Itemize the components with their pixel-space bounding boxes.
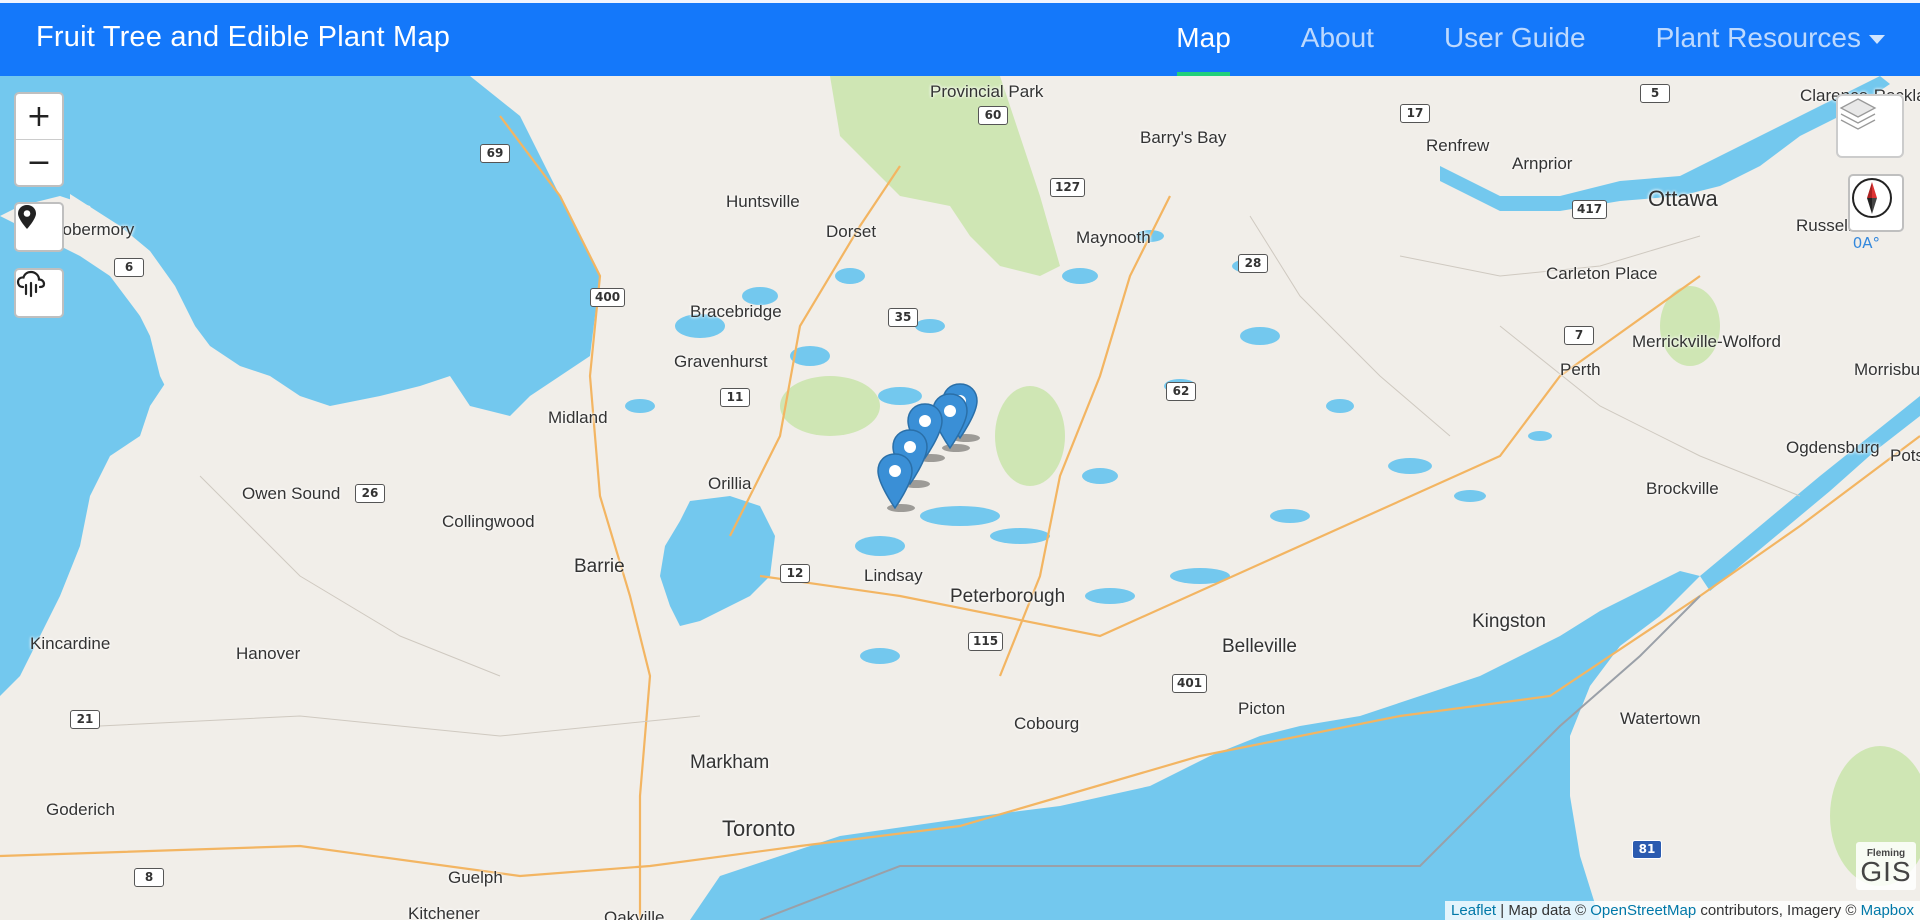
map-pin-icon bbox=[18, 205, 36, 229]
place-label: Goderich bbox=[46, 800, 115, 819]
place-label: Collingwood bbox=[442, 512, 535, 531]
place-label: Ogdensburg bbox=[1786, 438, 1880, 457]
place-label: Gravenhurst bbox=[674, 352, 768, 371]
place-label: Watertown bbox=[1620, 709, 1701, 728]
plant-location-marker[interactable] bbox=[875, 452, 915, 512]
route-shield: 35 bbox=[888, 308, 918, 327]
nav-item-about[interactable]: About bbox=[1266, 3, 1409, 76]
place-label: Morrisburg bbox=[1854, 360, 1920, 379]
place-label: Bracebridge bbox=[690, 302, 782, 321]
place-label: Lindsay bbox=[864, 566, 923, 585]
route-shield: 400 bbox=[590, 288, 626, 307]
place-label: Toronto bbox=[722, 816, 796, 841]
route-shield: 81 bbox=[1632, 840, 1662, 859]
map-canvas[interactable]: Provincial Park Barry's Bay Renfrew Arnprio… bbox=[0, 76, 1920, 920]
route-shield: 12 bbox=[780, 564, 810, 583]
place-label: Provincial Park bbox=[930, 82, 1044, 101]
map-attribution: Leaflet | Map data © OpenStreetMap contr… bbox=[1445, 901, 1920, 920]
route-shield: 8 bbox=[134, 868, 164, 887]
place-label: Russell bbox=[1796, 216, 1852, 235]
park-area-2 bbox=[995, 386, 1065, 486]
route-shield: 5 bbox=[1640, 84, 1670, 103]
place-label: Huntsville bbox=[726, 192, 800, 211]
place-label: Belleville bbox=[1222, 636, 1297, 657]
place-label: Tobermory bbox=[54, 220, 135, 239]
place-label: Picton bbox=[1238, 699, 1286, 718]
plant-resources-label: Plant Resources bbox=[1655, 22, 1861, 53]
nav-item-plant-resources[interactable]: Plant Resources bbox=[1621, 3, 1920, 76]
place-label: Kitchener bbox=[408, 904, 480, 920]
place-label: Owen Sound bbox=[242, 484, 341, 503]
route-shield: 115 bbox=[968, 632, 1004, 651]
compass-icon bbox=[1852, 178, 1892, 218]
attribution-text-2: contributors, Imagery © bbox=[1696, 902, 1861, 919]
place-label: Barry's Bay bbox=[1140, 128, 1227, 147]
place-label: Peterborough bbox=[950, 586, 1066, 607]
place-label: Arnprior bbox=[1512, 154, 1573, 173]
leaflet-link[interactable]: Leaflet bbox=[1451, 902, 1496, 919]
place-label: Oakville bbox=[604, 908, 665, 920]
place-label: Brockville bbox=[1646, 479, 1719, 498]
caret-down-icon bbox=[1869, 35, 1885, 45]
mapbox-link[interactable]: Mapbox bbox=[1861, 902, 1914, 919]
route-shield: 11 bbox=[720, 388, 750, 407]
place-label: Kingston bbox=[1472, 611, 1546, 632]
weather-button[interactable] bbox=[16, 270, 62, 316]
compass-heading-label: 0A° bbox=[1852, 234, 1880, 252]
route-shield: 69 bbox=[480, 144, 510, 163]
place-label: Merrickville-Wolford bbox=[1632, 332, 1781, 351]
park-area-3 bbox=[780, 376, 880, 436]
layers-icon bbox=[1839, 98, 1877, 130]
app-title[interactable]: Fruit Tree and Edible Plant Map bbox=[36, 21, 450, 54]
zoom-out-button[interactable]: − bbox=[16, 139, 62, 185]
place-label: Guelph bbox=[448, 868, 503, 887]
nav-item-user-guide[interactable]: User Guide bbox=[1409, 3, 1621, 76]
attribution-text-1: | Map data © bbox=[1496, 902, 1591, 919]
route-shield: 401 bbox=[1172, 674, 1208, 693]
place-label: Kincardine bbox=[30, 634, 111, 653]
locate-button[interactable] bbox=[16, 204, 62, 250]
route-shield: 62 bbox=[1166, 382, 1196, 401]
layers-control-button[interactable] bbox=[1836, 94, 1904, 158]
place-label: Orillia bbox=[708, 474, 752, 493]
route-shield: 127 bbox=[1050, 178, 1086, 197]
route-shield: 21 bbox=[70, 710, 100, 729]
cloud-rain-icon bbox=[16, 270, 46, 298]
place-label: Maynooth bbox=[1076, 228, 1151, 247]
weather-control bbox=[14, 268, 64, 318]
locate-control bbox=[14, 202, 64, 252]
place-label: Markham bbox=[690, 752, 770, 773]
place-label: Cobourg bbox=[1014, 714, 1080, 733]
fleming-gis-logo: Fleming GIS bbox=[1856, 842, 1916, 890]
zoom-in-button[interactable]: + bbox=[16, 94, 62, 139]
place-label: Dorset bbox=[826, 222, 877, 241]
place-label: Ottawa bbox=[1648, 186, 1718, 211]
route-shield: 7 bbox=[1564, 326, 1594, 345]
route-shield: 28 bbox=[1238, 254, 1268, 273]
place-label: Potsdam bbox=[1890, 446, 1920, 465]
place-label: Renfrew bbox=[1426, 136, 1490, 155]
route-shield: 417 bbox=[1572, 200, 1608, 219]
route-shield: 26 bbox=[355, 484, 385, 503]
compass-control[interactable] bbox=[1848, 174, 1904, 232]
route-shield: 17 bbox=[1400, 104, 1430, 123]
route-shield: 60 bbox=[978, 106, 1008, 125]
logo-big-text: GIS bbox=[1860, 855, 1912, 887]
route-shield: 6 bbox=[114, 258, 144, 277]
place-label: Hanover bbox=[236, 644, 301, 663]
place-label: Barrie bbox=[574, 556, 625, 577]
place-label: Midland bbox=[548, 408, 608, 427]
zoom-control: + − bbox=[14, 92, 64, 187]
place-label: Perth bbox=[1560, 360, 1601, 379]
openstreetmap-link[interactable]: OpenStreetMap bbox=[1590, 902, 1696, 919]
nav-links: Map About User Guide Plant Resources bbox=[1141, 3, 1920, 76]
top-navbar: Fruit Tree and Edible Plant Map Map Abou… bbox=[0, 0, 1920, 76]
nav-item-map[interactable]: Map bbox=[1141, 3, 1265, 76]
place-label: Carleton Place bbox=[1546, 264, 1658, 283]
